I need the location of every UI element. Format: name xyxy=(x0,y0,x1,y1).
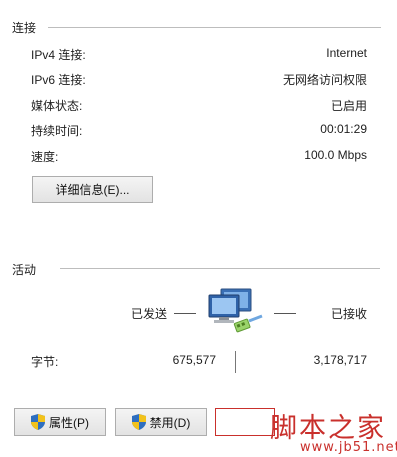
ipv4-value: Internet xyxy=(326,46,367,60)
duration-label: 持续时间: xyxy=(31,124,83,138)
speed-label: 速度: xyxy=(31,150,59,164)
duration-value: 00:01:29 xyxy=(320,122,367,136)
ipv6-label: IPv6 连接: xyxy=(31,73,86,87)
received-label: 已接收 xyxy=(330,307,367,321)
bytes-received-value: 3,178,717 xyxy=(313,353,367,367)
disable-button[interactable]: 禁用(D) xyxy=(115,408,207,436)
received-dash xyxy=(274,313,296,314)
disable-button-label: 禁用(D) xyxy=(149,415,191,430)
media-state-label: 媒体状态: xyxy=(31,99,83,113)
ipv4-label: IPv4 连接: xyxy=(31,48,86,62)
bytes-sent-value: 675,577 xyxy=(172,353,216,367)
bytes-divider xyxy=(235,351,236,373)
ipv6-value: 无网络访问权限 xyxy=(282,73,367,87)
sent-label: 已发送 xyxy=(131,307,168,321)
properties-button-label: 属性(P) xyxy=(49,415,89,430)
network-computers-icon xyxy=(207,287,267,335)
connection-section-title: 连接 xyxy=(12,21,37,35)
bytes-label: 字节: xyxy=(31,355,59,369)
activity-separator xyxy=(60,268,380,269)
activity-section-title: 活动 xyxy=(12,263,37,277)
details-button[interactable]: 详细信息(E)... xyxy=(32,176,153,203)
uac-shield-icon xyxy=(131,414,146,430)
diagnose-button[interactable] xyxy=(215,408,275,436)
media-state-value: 已启用 xyxy=(330,99,367,113)
speed-value: 100.0 Mbps xyxy=(304,148,367,162)
connection-separator xyxy=(48,27,381,28)
watermark-url: www.jb51.net xyxy=(300,440,397,455)
properties-button[interactable]: 属性(P) xyxy=(14,408,106,436)
uac-shield-icon xyxy=(31,414,45,430)
sent-dash xyxy=(174,313,196,314)
